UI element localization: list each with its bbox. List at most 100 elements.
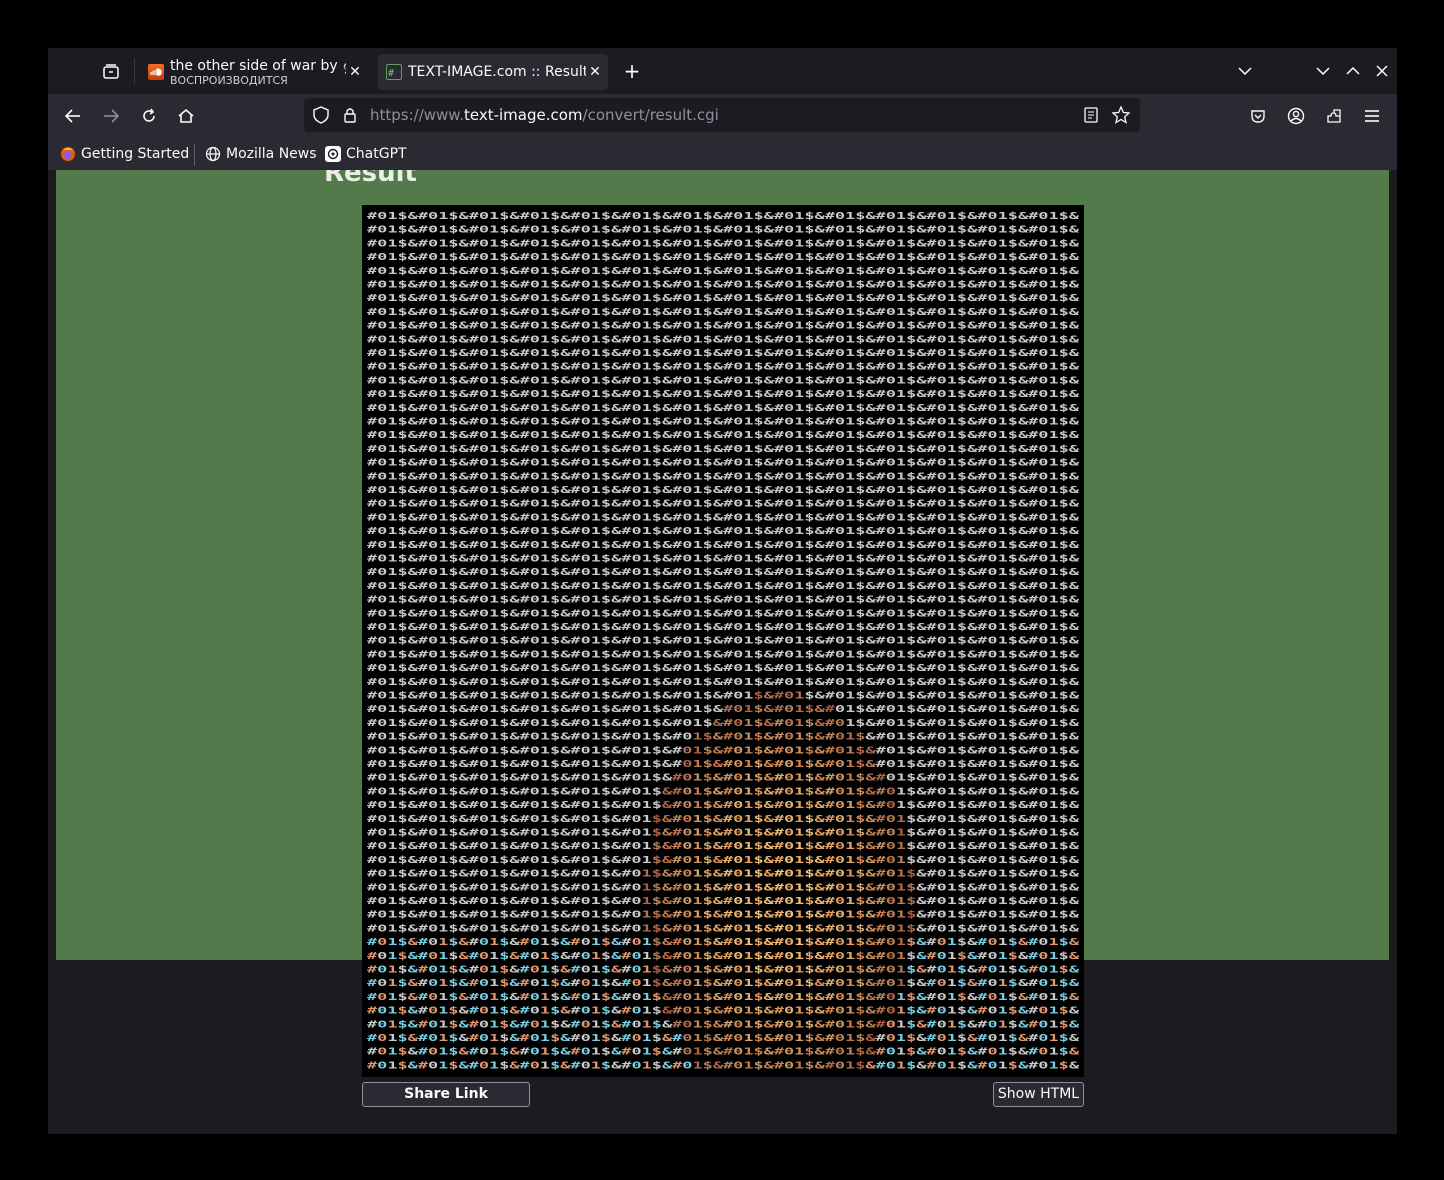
globe-icon	[205, 146, 221, 162]
bookmark-separator	[194, 144, 195, 166]
bookmark-mozilla-news[interactable]: Mozilla News	[205, 143, 317, 165]
back-arrow-icon[interactable]	[59, 102, 87, 130]
ascii-art-row: #01$&#01$&#01$&#01$&#01$&#01$&#01$&#01$&…	[367, 1006, 1079, 1017]
ascii-art-row: #01$&#01$&#01$&#01$&#01$&#01$&#01$&#01$&…	[367, 636, 1079, 647]
ascii-art-row: #01$&#01$&#01$&#01$&#01$&#01$&#01$&#01$&…	[367, 362, 1079, 373]
url-text[interactable]: https://www.text-image.com/convert/resul…	[370, 106, 719, 124]
reload-icon[interactable]	[135, 102, 163, 130]
extensions-icon[interactable]	[1320, 102, 1348, 130]
tab-title: TEXT-IMAGE.com :: Result	[408, 64, 586, 80]
browser-window: the other side of war by 𝄞 ( ВОСПРОИЗВОД…	[48, 48, 1397, 1134]
ascii-art-row: #01$&#01$&#01$&#01$&#01$&#01$&#01$&#01$&…	[367, 869, 1079, 880]
ascii-art-row: #01$&#01$&#01$&#01$&#01$&#01$&#01$&#01$&…	[367, 266, 1079, 277]
reader-view-icon[interactable]	[1081, 105, 1101, 125]
bookmark-getting-started[interactable]: Getting Started	[60, 143, 189, 165]
ascii-art-row: #01$&#01$&#01$&#01$&#01$&#01$&#01$&#01$&…	[367, 649, 1079, 660]
ascii-art-row: #01$&#01$&#01$&#01$&#01$&#01$&#01$&#01$&…	[367, 745, 1079, 756]
maximize-icon[interactable]	[1341, 60, 1365, 82]
bookmark-label: ChatGPT	[346, 146, 407, 162]
ascii-art-row: #01$&#01$&#01$&#01$&#01$&#01$&#01$&#01$&…	[367, 499, 1079, 510]
ascii-art-row: #01$&#01$&#01$&#01$&#01$&#01$&#01$&#01$&…	[367, 1047, 1079, 1058]
ascii-art-row: #01$&#01$&#01$&#01$&#01$&#01$&#01$&#01$&…	[367, 458, 1079, 469]
ascii-art-row: #01$&#01$&#01$&#01$&#01$&#01$&#01$&#01$&…	[367, 910, 1079, 921]
ascii-art-row: #01$&#01$&#01$&#01$&#01$&#01$&#01$&#01$&…	[367, 417, 1079, 428]
ascii-art-row: #01$&#01$&#01$&#01$&#01$&#01$&#01$&#01$&…	[367, 321, 1079, 332]
tab-title: the other side of war by 𝄞 (	[170, 57, 346, 74]
share-link-button[interactable]: Share Link	[362, 1082, 530, 1107]
url-bar[interactable]: https://www.text-image.com/convert/resul…	[304, 98, 1140, 132]
pocket-icon[interactable]	[1244, 102, 1272, 130]
ascii-art-row: #01$&#01$&#01$&#01$&#01$&#01$&#01$&#01$&…	[367, 965, 1079, 976]
ascii-art-row: #01$&#01$&#01$&#01$&#01$&#01$&#01$&#01$&…	[367, 540, 1079, 551]
ascii-art-row: #01$&#01$&#01$&#01$&#01$&#01$&#01$&#01$&…	[367, 951, 1079, 962]
ascii-art-row: #01$&#01$&#01$&#01$&#01$&#01$&#01$&#01$&…	[367, 581, 1079, 592]
shield-icon[interactable]	[311, 105, 331, 125]
home-icon[interactable]	[172, 102, 200, 130]
text-image-icon: #	[386, 64, 402, 80]
ascii-art-row: #01$&#01$&#01$&#01$&#01$&#01$&#01$&#01$&…	[367, 663, 1079, 674]
url-path: /convert/result.cgi	[582, 106, 719, 124]
ascii-art-row: #01$&#01$&#01$&#01$&#01$&#01$&#01$&#01$&…	[367, 937, 1079, 948]
tab-text-image[interactable]: # TEXT-IMAGE.com :: Result ✕	[378, 54, 608, 90]
ascii-art-row: #01$&#01$&#01$&#01$&#01$&#01$&#01$&#01$&…	[367, 512, 1079, 523]
ascii-art-row: #01$&#01$&#01$&#01$&#01$&#01$&#01$&#01$&…	[367, 882, 1079, 893]
ascii-art-row: #01$&#01$&#01$&#01$&#01$&#01$&#01$&#01$&…	[367, 280, 1079, 291]
ascii-art-row: #01$&#01$&#01$&#01$&#01$&#01$&#01$&#01$&…	[367, 759, 1079, 770]
ascii-art-row: #01$&#01$&#01$&#01$&#01$&#01$&#01$&#01$&…	[367, 403, 1079, 414]
bookmark-chatgpt[interactable]: ChatGPT	[325, 143, 407, 165]
new-tab-icon[interactable]: +	[620, 60, 644, 84]
lock-icon[interactable]	[340, 105, 360, 125]
minimize-icon[interactable]	[1311, 60, 1335, 82]
bookmark-label: Getting Started	[81, 146, 190, 162]
close-icon[interactable]: ✕	[586, 64, 604, 80]
account-icon[interactable]	[1282, 102, 1310, 130]
svg-text:#: #	[388, 68, 394, 79]
ascii-art-row: #01$&#01$&#01$&#01$&#01$&#01$&#01$&#01$&…	[367, 608, 1079, 619]
ascii-art-row: #01$&#01$&#01$&#01$&#01$&#01$&#01$&#01$&…	[367, 732, 1079, 743]
tab-soundcloud[interactable]: the other side of war by 𝄞 ( ВОСПРОИЗВОД…	[140, 54, 368, 90]
window-close-icon[interactable]	[1370, 60, 1394, 82]
bookmark-label: Mozilla News	[226, 146, 317, 162]
url-host: text-image.com	[463, 106, 583, 124]
navigation-bar: https://www.text-image.com/convert/resul…	[48, 94, 1397, 138]
forward-arrow-icon[interactable]	[97, 102, 125, 130]
ascii-art-row: #01$&#01$&#01$&#01$&#01$&#01$&#01$&#01$&…	[367, 896, 1079, 907]
tab-overview-icon[interactable]	[96, 58, 126, 86]
ascii-art-row: #01$&#01$&#01$&#01$&#01$&#01$&#01$&#01$&…	[367, 800, 1079, 811]
bookmark-star-icon[interactable]	[1111, 105, 1131, 125]
ascii-art-row: #01$&#01$&#01$&#01$&#01$&#01$&#01$&#01$&…	[367, 1060, 1079, 1071]
ascii-art-row: #01$&#01$&#01$&#01$&#01$&#01$&#01$&#01$&…	[367, 841, 1079, 852]
bookmarks-toolbar: Getting Started Mozilla News ChatGPT	[48, 138, 1397, 170]
ascii-art-row: #01$&#01$&#01$&#01$&#01$&#01$&#01$&#01$&…	[367, 225, 1079, 236]
ascii-art-image: #01$&#01$&#01$&#01$&#01$&#01$&#01$&#01$&…	[362, 205, 1084, 1077]
tab-list-chevron-icon[interactable]	[1233, 60, 1257, 82]
page-title: Result	[324, 170, 417, 188]
ascii-art-row: #01$&#01$&#01$&#01$&#01$&#01$&#01$&#01$&…	[367, 1033, 1079, 1044]
close-icon[interactable]: ✕	[346, 64, 364, 80]
page-content: Result #01$&#01$&#01$&#01$&#01$&#01$&#01…	[48, 170, 1397, 1134]
menu-icon[interactable]	[1358, 102, 1386, 130]
ascii-art-row: #01$&#01$&#01$&#01$&#01$&#01$&#01$&#01$&…	[367, 252, 1079, 263]
show-html-button[interactable]: Show HTML	[993, 1082, 1084, 1107]
ascii-art-row: #01$&#01$&#01$&#01$&#01$&#01$&#01$&#01$&…	[367, 828, 1079, 839]
ascii-art-row: #01$&#01$&#01$&#01$&#01$&#01$&#01$&#01$&…	[367, 923, 1079, 934]
ascii-art-row: #01$&#01$&#01$&#01$&#01$&#01$&#01$&#01$&…	[367, 293, 1079, 304]
ascii-art-row: #01$&#01$&#01$&#01$&#01$&#01$&#01$&#01$&…	[367, 526, 1079, 537]
ascii-art-row: #01$&#01$&#01$&#01$&#01$&#01$&#01$&#01$&…	[367, 375, 1079, 386]
tab-playing-label: ВОСПРОИЗВОДИТСЯ	[170, 73, 288, 87]
tab-strip: the other side of war by 𝄞 ( ВОСПРОИЗВОД…	[48, 48, 1397, 94]
ascii-art-row: #01$&#01$&#01$&#01$&#01$&#01$&#01$&#01$&…	[367, 773, 1079, 784]
ascii-art-row: #01$&#01$&#01$&#01$&#01$&#01$&#01$&#01$&…	[367, 567, 1079, 578]
ascii-art-row: #01$&#01$&#01$&#01$&#01$&#01$&#01$&#01$&…	[367, 471, 1079, 482]
chatgpt-icon	[325, 146, 341, 162]
firefox-icon	[61, 147, 75, 161]
ascii-art-row: #01$&#01$&#01$&#01$&#01$&#01$&#01$&#01$&…	[367, 348, 1079, 359]
ascii-art-row: #01$&#01$&#01$&#01$&#01$&#01$&#01$&#01$&…	[367, 211, 1079, 222]
ascii-art-row: #01$&#01$&#01$&#01$&#01$&#01$&#01$&#01$&…	[367, 978, 1079, 989]
ascii-art-row: #01$&#01$&#01$&#01$&#01$&#01$&#01$&#01$&…	[367, 1019, 1079, 1030]
ascii-art-row: #01$&#01$&#01$&#01$&#01$&#01$&#01$&#01$&…	[367, 677, 1079, 688]
ascii-art-row: #01$&#01$&#01$&#01$&#01$&#01$&#01$&#01$&…	[367, 622, 1079, 633]
ascii-art-row: #01$&#01$&#01$&#01$&#01$&#01$&#01$&#01$&…	[367, 855, 1079, 866]
ascii-art-row: #01$&#01$&#01$&#01$&#01$&#01$&#01$&#01$&…	[367, 554, 1079, 565]
ascii-art-row: #01$&#01$&#01$&#01$&#01$&#01$&#01$&#01$&…	[367, 704, 1079, 715]
